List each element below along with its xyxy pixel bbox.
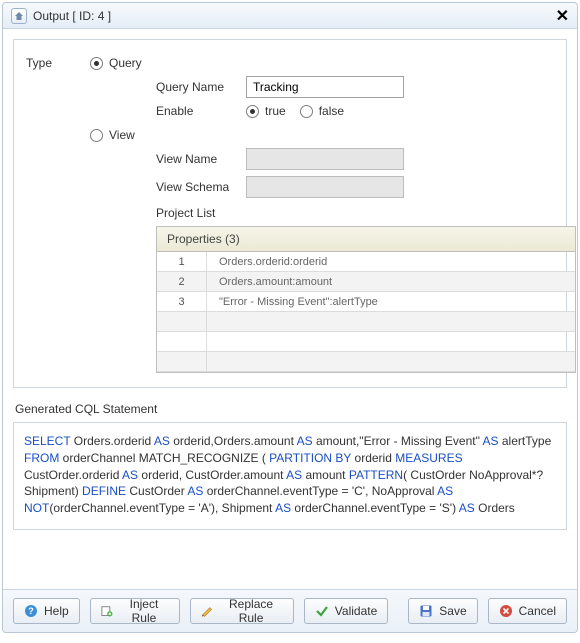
- enable-radio-true[interactable]: true: [246, 104, 286, 118]
- button-label: Save: [439, 604, 466, 618]
- row-value: Orders.orderid:orderid: [207, 256, 327, 268]
- help-icon: ?: [24, 604, 38, 618]
- home-icon[interactable]: [11, 8, 27, 24]
- table-row[interactable]: [157, 312, 575, 332]
- button-label: Replace Rule: [219, 597, 283, 625]
- output-panel: Output [ ID: 4 ] ✕ Type Query Query Name…: [2, 2, 578, 633]
- button-label: Help: [44, 604, 69, 618]
- button-label: Validate: [335, 604, 377, 618]
- cql-statement: SELECT Orders.orderid AS orderid,Orders.…: [13, 422, 567, 530]
- replace-rule-button[interactable]: Replace Rule: [190, 598, 294, 624]
- view-name-label: View Name: [156, 152, 246, 166]
- save-button[interactable]: Save: [408, 598, 477, 624]
- table-row[interactable]: [157, 332, 575, 352]
- properties-table: Properties (3) 1Orders.orderid:orderid2O…: [156, 226, 576, 373]
- radio-label: false: [319, 104, 344, 118]
- type-radio-query[interactable]: Query: [90, 56, 142, 70]
- cancel-icon: [499, 604, 513, 618]
- inject-rule-button[interactable]: Inject Rule: [90, 598, 180, 624]
- query-name-label: Query Name: [156, 80, 246, 94]
- type-radio-view[interactable]: View: [90, 128, 135, 142]
- table-row[interactable]: 2Orders.amount:amount: [157, 272, 575, 292]
- svg-text:?: ?: [28, 606, 34, 616]
- enable-label: Enable: [156, 104, 246, 118]
- row-number: 2: [157, 272, 207, 291]
- query-name-input[interactable]: [246, 76, 404, 98]
- validate-icon: [315, 604, 329, 618]
- view-name-input: [246, 148, 404, 170]
- replace-icon: [201, 604, 213, 618]
- panel-title: Output [ ID: 4 ]: [33, 9, 111, 23]
- row-number: [157, 312, 207, 331]
- validate-button[interactable]: Validate: [304, 598, 388, 624]
- row-value: Orders.amount:amount: [207, 276, 332, 288]
- type-label: Type: [26, 56, 66, 70]
- row-value: "Error - Missing Event":alertType: [207, 296, 378, 308]
- enable-radio-false[interactable]: false: [300, 104, 344, 118]
- cql-label: Generated CQL Statement: [15, 402, 567, 416]
- help-button[interactable]: ? Help: [13, 598, 80, 624]
- table-row[interactable]: 1Orders.orderid:orderid: [157, 252, 575, 272]
- row-number: [157, 352, 207, 371]
- radio-label: true: [265, 104, 286, 118]
- button-label: Inject Rule: [119, 597, 169, 625]
- table-row[interactable]: [157, 352, 575, 372]
- view-schema-label: View Schema: [156, 180, 246, 194]
- footer: ? Help Inject Rule Replace Rule Validate…: [3, 589, 577, 632]
- button-label: Cancel: [519, 604, 556, 618]
- row-number: [157, 332, 207, 351]
- properties-header: Properties (3): [157, 227, 575, 252]
- row-number: 3: [157, 292, 207, 311]
- form-box: Type Query Query Name Enable true false: [13, 39, 567, 388]
- row-number: 1: [157, 252, 207, 271]
- cancel-button[interactable]: Cancel: [488, 598, 567, 624]
- project-list-label: Project List: [156, 206, 554, 220]
- view-schema-input: [246, 176, 404, 198]
- close-icon[interactable]: ✕: [556, 6, 569, 26]
- radio-label: View: [109, 128, 135, 142]
- table-row[interactable]: 3"Error - Missing Event":alertType: [157, 292, 575, 312]
- inject-icon: [101, 604, 113, 618]
- save-icon: [419, 604, 433, 618]
- titlebar: Output [ ID: 4 ] ✕: [3, 3, 577, 29]
- radio-label: Query: [109, 56, 142, 70]
